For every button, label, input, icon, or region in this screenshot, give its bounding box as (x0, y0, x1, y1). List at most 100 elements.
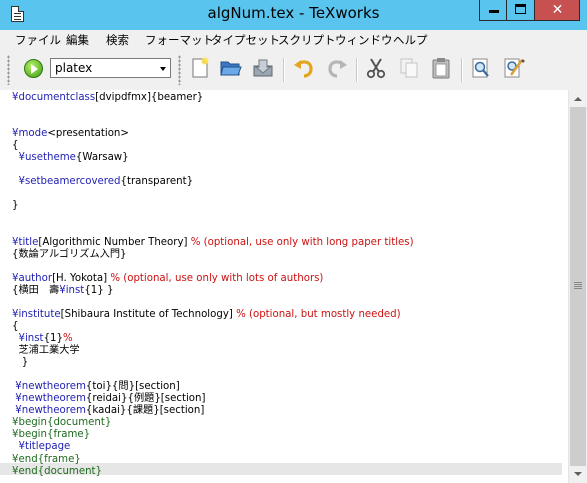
toolbar-grip[interactable] (7, 55, 10, 85)
toolbar-separator (461, 58, 463, 82)
code-line[interactable]: ¥title[Algorithmic Number Theory] % (opt… (12, 237, 414, 249)
vertical-scrollbar[interactable] (568, 90, 587, 483)
chevron-down-icon (160, 67, 166, 71)
toolbar: platex (0, 50, 587, 91)
text-token: <presentation> (47, 128, 129, 140)
environment-token: ¥begin{document} (12, 417, 112, 429)
scroll-up-icon[interactable] (569, 90, 587, 107)
toolbar-separator (356, 58, 358, 82)
menu-scripts[interactable]: スクリプト (278, 32, 336, 48)
code-line[interactable]: ¥newtheorem{kadai}{課題}[section] (12, 405, 204, 417)
menu-format[interactable]: フォーマット (145, 32, 214, 48)
menu-search[interactable]: 検索 (106, 32, 129, 48)
editor-pane[interactable]: ¥documentclass[dvipdfmx]{beamer} ¥mode<pr… (0, 90, 587, 483)
text-token: {1} } (84, 284, 114, 296)
text-token: {toi}{問}[section] (85, 381, 180, 393)
command-token: ¥newtheorem (15, 381, 86, 393)
code-line[interactable]: { (12, 140, 18, 152)
code-line[interactable]: 芝浦工業大学 (12, 345, 80, 357)
environment-token: ¥begin{frame} (12, 429, 91, 441)
command-token: ¥inst (59, 284, 85, 296)
text-token: {reidai}{例題}[section] (85, 393, 206, 405)
command-token: ¥usetheme (18, 152, 76, 164)
code-line[interactable]: ¥end{frame} (12, 454, 81, 466)
command-token: ¥mode (12, 128, 48, 140)
minimize-button[interactable] (479, 0, 507, 21)
maximize-button[interactable] (507, 0, 535, 21)
title-bar[interactable]: algNum.tex - TeXworks ✕ (0, 0, 587, 30)
text-token: [H. Yokota] (52, 272, 111, 284)
code-line[interactable]: } (12, 200, 18, 212)
text-token: [Algorithmic Number Theory] (38, 236, 191, 248)
environment-token: ¥end{frame} (12, 453, 81, 465)
code-line[interactable]: ¥documentclass[dvipdfmx]{beamer} (12, 92, 203, 104)
maximize-icon (515, 4, 526, 14)
minimize-icon (489, 10, 499, 13)
command-token: ¥titlepage (18, 441, 71, 453)
menu-help[interactable]: ヘルプ (393, 32, 428, 48)
text-token: [dvipdfmx]{beamer} (95, 92, 204, 103)
menu-bar: ファイル 編集 検索 フォーマット タイプセット スクリプト ウィンドウ ヘルプ (0, 30, 587, 50)
environment-token: ¥end{document} (12, 465, 103, 477)
paste-icon[interactable] (429, 56, 453, 80)
command-token: ¥newtheorem (15, 393, 86, 405)
comment-token: % (63, 333, 73, 344)
text-token: } (12, 200, 19, 212)
new-file-icon[interactable] (188, 56, 212, 80)
redo-icon[interactable] (325, 56, 349, 80)
save-icon[interactable] (251, 56, 275, 80)
toolbar-grip[interactable] (178, 55, 181, 85)
code-line[interactable]: ¥newtheorem{reidai}{例題}[section] (12, 393, 205, 405)
cut-icon[interactable] (364, 56, 388, 80)
text-token: {横田 壽 (12, 284, 60, 296)
text-token: 芝浦工業大学 (12, 345, 80, 357)
code-line[interactable]: ¥newtheorem{toi}{問}[section] (12, 381, 180, 393)
menu-typeset[interactable]: タイプセット (211, 32, 280, 48)
code-line[interactable]: ¥institute[Shibaura Institute of Technol… (12, 309, 401, 321)
code-line[interactable]: ¥end{document} (12, 466, 102, 478)
engine-select-value: platex (55, 61, 93, 75)
text-token: {数論アルゴリズム入門} (12, 248, 127, 260)
code-line[interactable]: ¥usetheme{Warsaw} (12, 152, 129, 164)
code-line[interactable]: ¥mode<presentation> (12, 128, 129, 140)
comment-token: % (optional, use only with lots of autho… (110, 272, 324, 284)
menu-edit[interactable]: 編集 (66, 32, 89, 48)
code-line[interactable]: ¥inst{1}% (12, 333, 73, 345)
code-line[interactable]: {数論アルゴリズム入門} (12, 249, 127, 261)
text-token: { (12, 320, 19, 332)
code-line[interactable]: {横田 壽¥inst{1} } (12, 285, 113, 297)
close-icon: ✕ (551, 2, 564, 18)
text-token: {kadai}{課題}[section] (85, 405, 205, 417)
text-token: {Warsaw} (75, 152, 129, 164)
code-line[interactable]: ¥setbeamercovered{transparent} (12, 176, 193, 188)
open-folder-icon[interactable] (219, 56, 243, 80)
comment-token: % (optional, but mostly needed) (236, 308, 401, 320)
code-line[interactable]: ¥titlepage (12, 441, 70, 453)
scrollbar-thumb[interactable] (570, 107, 586, 466)
menu-window[interactable]: ウィンドウ (335, 32, 393, 48)
undo-icon[interactable] (292, 56, 316, 80)
command-token: ¥institute (12, 308, 61, 320)
engine-select[interactable]: platex (50, 58, 171, 78)
typeset-button[interactable] (24, 59, 43, 78)
code-line[interactable]: } (12, 357, 29, 369)
code-line[interactable]: { (12, 321, 18, 333)
texworks-window: algNum.tex - TeXworks ✕ ファイル 編集 検索 フォーマッ… (0, 0, 587, 483)
close-button[interactable]: ✕ (535, 0, 580, 21)
command-token: ¥inst (18, 333, 44, 344)
text-token: {transparent} (120, 176, 194, 188)
code-line[interactable]: ¥begin{document} (12, 417, 111, 429)
replace-icon[interactable] (502, 56, 526, 80)
command-token: ¥documentclass (12, 92, 96, 103)
command-token: ¥newtheorem (15, 405, 86, 417)
source-editor[interactable]: ¥documentclass[dvipdfmx]{beamer} ¥mode<pr… (0, 90, 568, 483)
code-line[interactable]: ¥begin{frame} (12, 429, 90, 441)
code-line[interactable]: ¥author[H. Yokota] % (optional, use only… (12, 273, 323, 285)
copy-icon[interactable] (397, 56, 421, 80)
menu-file[interactable]: ファイル (15, 32, 61, 48)
find-icon[interactable] (469, 56, 493, 80)
command-token: ¥title (12, 236, 39, 248)
comment-token: % (optional, use only with long paper ti… (190, 236, 414, 248)
scroll-down-icon[interactable] (569, 466, 587, 483)
text-token: } (12, 357, 29, 369)
